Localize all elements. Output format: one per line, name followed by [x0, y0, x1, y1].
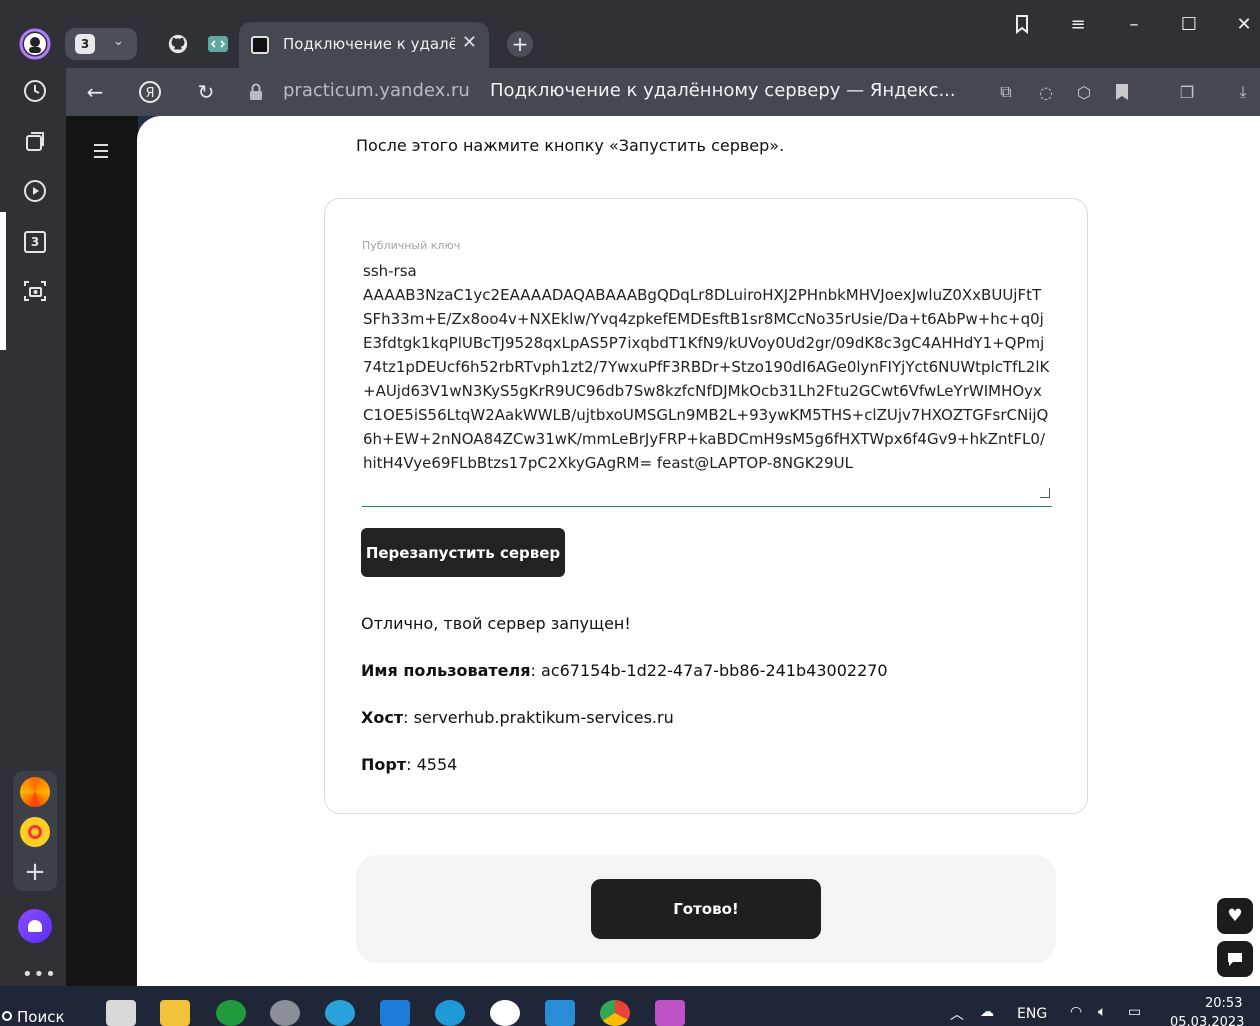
search-icon[interactable] — [2, 1011, 12, 1021]
tab-count-button[interactable]: 3 ⌄ — [65, 28, 137, 60]
clock-date[interactable]: 05.03.2023 — [1170, 1015, 1244, 1026]
bookmark-icon[interactable] — [1110, 80, 1134, 104]
course-sidebar — [66, 116, 138, 986]
sidebar-apps-panel: + — [13, 771, 57, 891]
yandex-icon[interactable]: Я — [136, 78, 164, 106]
active-tab-title: Подключение к удалён — [283, 35, 455, 53]
tabs-count-icon[interactable]: 3 — [24, 231, 46, 253]
host-row: Хост: serverhub.praktikum-services.ru — [361, 708, 674, 727]
taskbar-search[interactable]: Поиск — [17, 1008, 65, 1026]
success-message: Отлично, твой сервер запущен! — [361, 614, 631, 633]
hamburger-menu-icon[interactable] — [94, 144, 108, 162]
port-row: Порт: 4554 — [361, 755, 457, 774]
github-tab-icon[interactable] — [163, 30, 193, 58]
public-key-textarea[interactable]: ssh-rsa AAAAB3NzaC1yc2EAAAADAQABAAABgQDq… — [362, 259, 1052, 507]
favorite-heart-icon[interactable]: ♥ — [1217, 898, 1253, 934]
xbox-icon[interactable] — [216, 1000, 246, 1026]
lock-icon[interactable] — [242, 78, 270, 106]
language-indicator[interactable]: ENG — [1017, 1006, 1047, 1022]
file-explorer-icon[interactable] — [160, 1000, 190, 1026]
maximize-icon[interactable]: ☐ — [1174, 14, 1204, 35]
radio-app-icon[interactable] — [20, 817, 50, 847]
port-value: : 4554 — [406, 755, 458, 774]
download-icon[interactable]: ⤓ — [1231, 80, 1255, 104]
profile-avatar-icon[interactable] — [19, 28, 51, 60]
username-value: : ac67154b-1d22-47a7-bb86-241b43002270 — [530, 661, 888, 680]
task-view-icon[interactable] — [106, 1000, 136, 1026]
git-tool-icon[interactable] — [655, 1000, 685, 1026]
more-icon[interactable]: ••• — [22, 964, 57, 985]
code-tab-icon[interactable] — [203, 30, 233, 58]
close-tab-icon[interactable]: ✕ — [462, 32, 477, 53]
url-domain[interactable]: practicum.yandex.ru — [283, 80, 470, 101]
server-card: Публичный ключ ssh-rsa AAAAB3NzaC1yc2EAA… — [324, 198, 1088, 814]
minimize-icon[interactable]: – — [1119, 14, 1149, 35]
instruction-text: После этого нажмите кнопку «Запустить се… — [356, 136, 785, 155]
back-icon[interactable]: ← — [81, 78, 109, 106]
restart-server-button[interactable]: Перезапустить сервер — [361, 528, 565, 577]
host-value: : serverhub.praktikum-services.ru — [403, 708, 674, 727]
resize-handle-icon[interactable] — [1040, 488, 1050, 498]
browser-sidebar: 3 + ••• — [0, 0, 70, 1000]
window-edge-strip — [0, 212, 6, 350]
vscode-icon[interactable] — [545, 1000, 575, 1026]
done-button[interactable]: Готово! — [591, 879, 821, 939]
volume-icon[interactable]: 🔈︎ — [1098, 1004, 1106, 1020]
done-panel: Готово! — [356, 855, 1056, 963]
collections-icon[interactable] — [19, 126, 51, 158]
reload-icon[interactable]: ↻ — [192, 78, 220, 106]
port-label: Порт — [361, 755, 407, 774]
public-key-label: Публичный ключ — [362, 239, 461, 252]
tray-chevron-icon[interactable]: ︿ — [950, 1004, 964, 1024]
wifi-icon[interactable]: ◠ — [1070, 1004, 1082, 1020]
mail-icon[interactable] — [380, 1000, 410, 1026]
bookmarks-panel-icon[interactable] — [1007, 14, 1037, 39]
new-tab-button[interactable]: + — [507, 31, 533, 57]
clock-time[interactable]: 20:53 — [1205, 996, 1242, 1011]
host-label: Хост — [361, 708, 404, 727]
lesson-page: После этого нажмите кнопку «Запустить се… — [137, 116, 1260, 986]
screenshot-icon[interactable] — [19, 275, 51, 307]
telegram-icon[interactable] — [325, 1000, 355, 1026]
translate-icon[interactable]: ⧉ — [994, 80, 1018, 104]
active-tab[interactable]: Подключение к удалён ✕ — [239, 22, 489, 68]
reader-icon[interactable]: ❐ — [1175, 80, 1199, 104]
music-app-icon[interactable] — [20, 777, 50, 807]
extensions-icon[interactable]: ⬡ — [1072, 80, 1096, 104]
svg-text:Я: Я — [145, 86, 154, 101]
alice-assistant-icon[interactable] — [18, 909, 52, 943]
username-label: Имя пользователя — [361, 661, 531, 680]
url-page-title[interactable]: Подключение к удалённому серверу — Яндек… — [490, 80, 956, 101]
video-icon[interactable] — [19, 175, 51, 207]
history-icon[interactable] — [19, 75, 51, 107]
close-window-icon[interactable]: ✕ — [1229, 14, 1259, 35]
windows-taskbar: Поиск ︿ ☁ ENG ◠ 🔈︎ ▭ 20:53 05.03.2023 — [0, 986, 1260, 1026]
menu-icon[interactable]: ≡ — [1063, 14, 1093, 35]
edge-icon[interactable] — [435, 1000, 465, 1026]
yandex-browser-icon[interactable] — [490, 1000, 520, 1026]
onedrive-icon[interactable]: ☁ — [980, 1004, 994, 1020]
add-app-icon[interactable]: + — [20, 857, 50, 887]
settings-gear-icon[interactable] — [270, 1000, 300, 1026]
chrome-icon[interactable] — [600, 1000, 630, 1026]
username-row: Имя пользователя: ac67154b-1d22-47a7-bb8… — [361, 661, 888, 680]
tab-count: 3 — [75, 34, 95, 54]
battery-icon[interactable]: ▭ — [1128, 1004, 1141, 1020]
chat-icon[interactable] — [1217, 941, 1253, 977]
practicum-favicon — [251, 36, 269, 54]
chevron-down-icon: ⌄ — [113, 34, 124, 49]
comments-icon[interactable]: ◌ — [1034, 80, 1058, 104]
public-key-value: ssh-rsa AAAAB3NzaC1yc2EAAAADAQABAAABgQDq… — [363, 262, 1050, 472]
